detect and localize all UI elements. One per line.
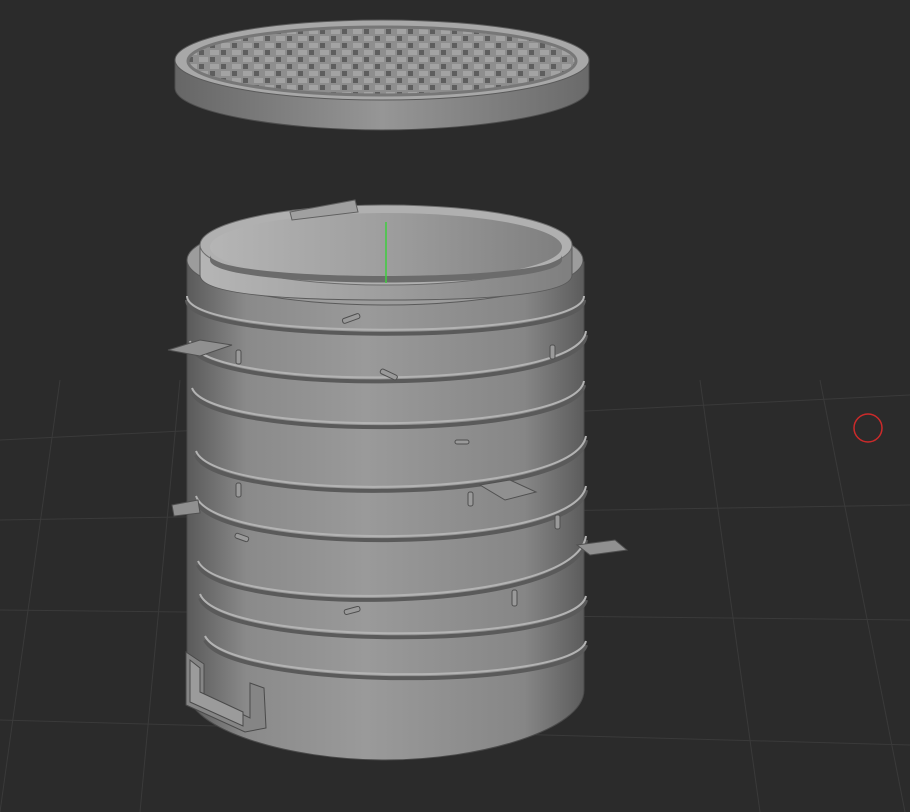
- pivot-circle-icon[interactable]: [853, 413, 883, 443]
- 3d-viewport[interactable]: [0, 0, 910, 812]
- scene-canvas[interactable]: [0, 0, 910, 812]
- steamer-lid[interactable]: [174, 19, 590, 131]
- steamer-stack[interactable]: [185, 199, 588, 761]
